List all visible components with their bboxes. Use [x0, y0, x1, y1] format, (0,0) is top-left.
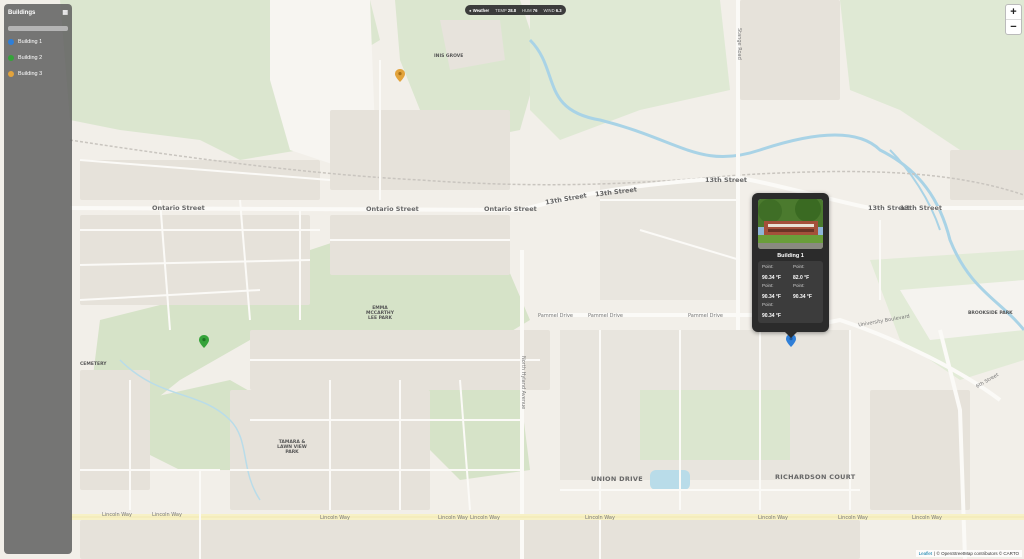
map-tiles [0, 0, 1024, 559]
sidebar-title: Buildings [8, 9, 36, 16]
street-label: Lincoln Way [585, 515, 615, 521]
building-list: Building 1 Building 2 Building 3 [8, 39, 68, 77]
street-label: Lincoln Way [758, 515, 788, 521]
building-photo [758, 199, 823, 249]
street-label: Lincoln Way [320, 515, 350, 521]
leaflet-link[interactable]: Leaflet [919, 551, 933, 556]
street-label: 13th Street [900, 204, 942, 212]
map-marker-building-2[interactable] [199, 335, 209, 348]
street-label: Pammel Drive [688, 313, 723, 319]
map-marker-building-3[interactable] [395, 69, 405, 82]
reading-cell: Point: 90.34 °F [793, 283, 812, 300]
street-label: Lincoln Way [438, 515, 468, 521]
reading-cell: Point: 90.34 °F [762, 283, 781, 300]
area-label: TAMARA & LAWN VIEW PARK [277, 440, 307, 455]
building-list-item[interactable]: Building 3 [8, 71, 68, 77]
map-attribution: Leaflet | © OpenStreetMap contributors ©… [915, 550, 1022, 557]
building-color-dot [8, 55, 14, 61]
zoom-in-button[interactable]: + [1006, 5, 1021, 20]
weather-bar: ● Weather TEMP 28.8 HUM 76 WIND 6.3 [465, 5, 566, 15]
area-label: CEMETERY [80, 362, 107, 367]
area-label: BROOKSIDE PARK [968, 311, 1013, 316]
grid-icon[interactable]: ▦ [62, 9, 68, 16]
weather-title: ● Weather [469, 7, 490, 13]
street-label: Lincoln Way [838, 515, 868, 521]
area-label: UNION DRIVE [591, 475, 643, 483]
street-label: Ontario Street [152, 204, 205, 212]
building-list-item[interactable]: Building 2 [8, 55, 68, 61]
building-label: Building 1 [18, 39, 43, 45]
street-label: 13th Street [705, 176, 747, 184]
street-label: Lincoln Way [912, 515, 942, 521]
area-label: EMMA MCCARTHY LEE PARK [366, 306, 394, 321]
buildings-sidebar: Buildings ▦ Building 1 Building 2 Buildi… [4, 4, 72, 554]
street-label: Pammel Drive [588, 313, 623, 319]
building-color-dot [8, 71, 14, 77]
building-label: Building 3 [18, 71, 43, 77]
reading-cell: Point: 90.34 °F [762, 264, 781, 281]
area-label: INIS GROVE [434, 54, 464, 59]
street-label: Lincoln Way [470, 515, 500, 521]
attribution-text: | © OpenStreetMap contributors © CARTO [934, 551, 1019, 556]
zoom-out-button[interactable]: − [1006, 20, 1021, 34]
popup-readings: Point: 90.34 °F Point: 82.0 °F Point: 90.34… [758, 261, 823, 323]
sidebar-header: Buildings ▦ [8, 9, 68, 17]
sidebar-search-bar[interactable] [8, 26, 68, 31]
weather-wind: WIND 6.3 [543, 7, 562, 13]
street-label: Stange Road [736, 28, 742, 60]
weather-temp: TEMP 28.8 [495, 7, 517, 13]
building-color-dot [8, 39, 14, 45]
street-label: Ontario Street [366, 205, 419, 213]
reading-cell: Point: 90.34 °F [762, 302, 781, 319]
zoom-control: + − [1005, 4, 1022, 35]
reading-cell: Point: 82.0 °F [793, 264, 810, 281]
street-label: North Hyland Avenue [520, 356, 526, 410]
building-list-item[interactable]: Building 1 [8, 39, 68, 45]
map-canvas[interactable]: Ontario Street Ontario Street Ontario St… [0, 0, 1024, 559]
popup-title: Building 1 [777, 253, 804, 259]
weather-humidity: HUM 76 [522, 7, 538, 13]
street-label: Pammel Drive [538, 313, 573, 319]
street-label: Lincoln Way [152, 512, 182, 518]
street-label: Lincoln Way [102, 512, 132, 518]
area-label: RICHARDSON COURT [775, 473, 856, 481]
street-label: Ontario Street [484, 205, 537, 213]
building-label: Building 2 [18, 55, 43, 61]
building-popup: Building 1 Point: 90.34 °F Point: 82.0 °F … [752, 193, 829, 338]
